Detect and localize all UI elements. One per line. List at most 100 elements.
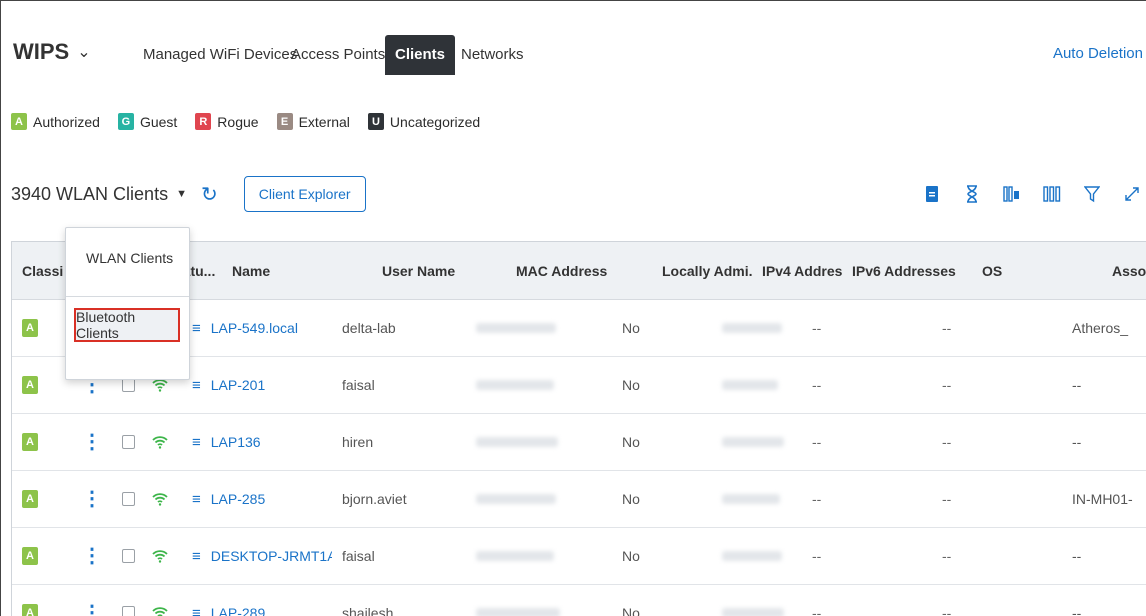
tab-clients[interactable]: Clients [385, 35, 456, 75]
status-cell [142, 585, 182, 616]
details-icon: ≡ [192, 490, 201, 508]
wifi-signal-icon [152, 436, 168, 449]
row-menu-cell: ⋮ [72, 528, 112, 584]
device-name-link[interactable]: ≡ LAP-549.local [192, 320, 298, 337]
filter-icon[interactable] [1082, 184, 1102, 204]
kebab-menu-icon[interactable]: ⋮ [82, 546, 102, 566]
dropdown-item-bluetooth-clients[interactable]: Bluetooth Clients [74, 308, 180, 342]
header-locally-admin[interactable]: Locally Admi... [652, 242, 752, 299]
user-name-cell: bjorn.aviet [342, 491, 407, 507]
legend-label: Uncategorized [389, 113, 481, 130]
legend-rogue: R Rogue [195, 113, 259, 130]
mac-address-cell [466, 300, 612, 356]
row-checkbox[interactable] [122, 549, 135, 563]
classification-cell: A [12, 585, 72, 616]
app-title[interactable]: WIPS ⌄ [13, 39, 91, 65]
os-cell: -- [942, 434, 952, 450]
kebab-menu-icon[interactable]: ⋮ [82, 489, 102, 509]
classification-cell: A [12, 414, 72, 470]
dropdown-item-wlan-clients[interactable]: WLAN Clients [86, 250, 173, 266]
table-row[interactable]: A ⋮ ≡ LAP136 hiren No -- -- -- [12, 414, 1146, 471]
details-icon: ≡ [192, 604, 201, 616]
table-row[interactable]: A ⋮ ≡ LAP-285 bjorn.aviet No -- -- IN-MH01- [12, 471, 1146, 528]
authorized-badge: A [22, 490, 38, 508]
tab-access-points[interactable]: Access Points [283, 35, 393, 75]
refresh-icon[interactable]: ↻ [201, 182, 218, 207]
row-checkbox[interactable] [122, 492, 135, 506]
row-checkbox[interactable] [122, 435, 135, 449]
name-cell: ≡ DESKTOP-JRMT1A7 [182, 528, 332, 584]
legend-uncategorized: U Uncategorized [367, 113, 481, 130]
redacted-ipv4 [722, 437, 784, 447]
auto-deletion-link[interactable]: Auto Deletion [1053, 45, 1143, 62]
ipv6-cell: -- [812, 605, 822, 616]
ipv4-cell [712, 528, 802, 584]
device-name-link[interactable]: ≡ LAP-285 [192, 491, 265, 508]
header-name[interactable]: Name [222, 242, 372, 299]
header-associated[interactable]: Associate [1102, 242, 1146, 299]
mac-address-cell [466, 357, 612, 413]
client-explorer-button[interactable]: Client Explorer [243, 176, 366, 212]
device-name-link[interactable]: ≡ LAP-289 [192, 605, 265, 616]
header-user-name[interactable]: User Name [372, 242, 506, 299]
header-os[interactable]: OS [972, 242, 1102, 299]
authorized-badge: A [22, 547, 38, 565]
os-cell: -- [942, 320, 952, 336]
legend-label: Guest [139, 113, 178, 130]
checkbox-cell [112, 528, 142, 584]
device-name: LAP-549.local [210, 320, 298, 336]
row-checkbox[interactable] [122, 378, 135, 392]
columns-icon[interactable] [1042, 184, 1062, 204]
authorized-badge: A [22, 604, 38, 616]
checkbox-cell [112, 414, 142, 470]
ipv6-cell: -- [812, 434, 822, 450]
header-mac-address[interactable]: MAC Address [506, 242, 652, 299]
client-type-selector[interactable]: 3940 WLAN Clients ▼ [11, 184, 187, 205]
ipv6-cell: -- [812, 320, 822, 336]
column-settings-icon[interactable] [1002, 184, 1022, 204]
mac-address-cell [466, 585, 612, 616]
legend-authorized: A Authorized [11, 113, 100, 130]
locally-admin-cell: No [622, 605, 640, 616]
os-cell: -- [942, 548, 952, 564]
associated-cell: -- [1072, 605, 1082, 616]
wifi-signal-icon [152, 550, 168, 563]
os-cell: -- [942, 491, 952, 507]
kebab-menu-icon[interactable]: ⋮ [82, 603, 102, 616]
table-tools [922, 184, 1142, 204]
legend-guest: G Guest [117, 113, 178, 130]
redacted-mac [476, 437, 558, 447]
authorized-badge: A [22, 319, 38, 337]
row-checkbox[interactable] [122, 606, 135, 616]
uncategorized-chip: U [367, 113, 384, 130]
mac-address-cell [466, 471, 612, 527]
device-name-link[interactable]: ≡ DESKTOP-JRMT1A7 [192, 548, 332, 565]
caret-down-icon: ▼ [176, 188, 187, 200]
table-row[interactable]: A ⋮ ≡ DESKTOP-JRMT1A7 faisal No -- -- -- [12, 528, 1146, 585]
redacted-ipv4 [722, 494, 780, 504]
kebab-menu-icon[interactable]: ⋮ [82, 432, 102, 452]
header-classification[interactable]: Classi [12, 242, 72, 299]
ipv4-cell [712, 585, 802, 616]
app-frame: WIPS ⌄ Managed WiFi Devices Access Point… [0, 0, 1146, 616]
tab-managed-wifi-devices[interactable]: Managed WiFi Devices [135, 35, 305, 75]
tab-networks[interactable]: Networks [453, 35, 532, 75]
name-cell: ≡ LAP-549.local [182, 300, 332, 356]
header-ipv6-addresses[interactable]: IPv6 Addresses [842, 242, 972, 299]
device-name-link[interactable]: ≡ LAP-201 [192, 377, 265, 394]
report-icon[interactable] [922, 184, 942, 204]
header-ipv4-address[interactable]: IPv4 Address ... [752, 242, 842, 299]
hourglass-icon[interactable] [962, 184, 982, 204]
details-icon: ≡ [192, 547, 201, 565]
redacted-mac [476, 323, 556, 333]
expand-icon[interactable] [1122, 184, 1142, 204]
app-title-label: WIPS [13, 39, 70, 64]
associated-cell: -- [1072, 434, 1082, 450]
device-name: LAP-285 [210, 491, 266, 507]
list-toolbar: 3940 WLAN Clients ▼ ↻ Client Explorer [11, 176, 366, 212]
classification-cell: A [12, 300, 72, 356]
mac-address-cell [466, 528, 612, 584]
device-name-link[interactable]: ≡ LAP136 [192, 434, 261, 451]
associated-cell: -- [1072, 548, 1082, 564]
table-row[interactable]: A ⋮ ≡ LAP-289 shailesh No -- -- -- [12, 585, 1146, 616]
